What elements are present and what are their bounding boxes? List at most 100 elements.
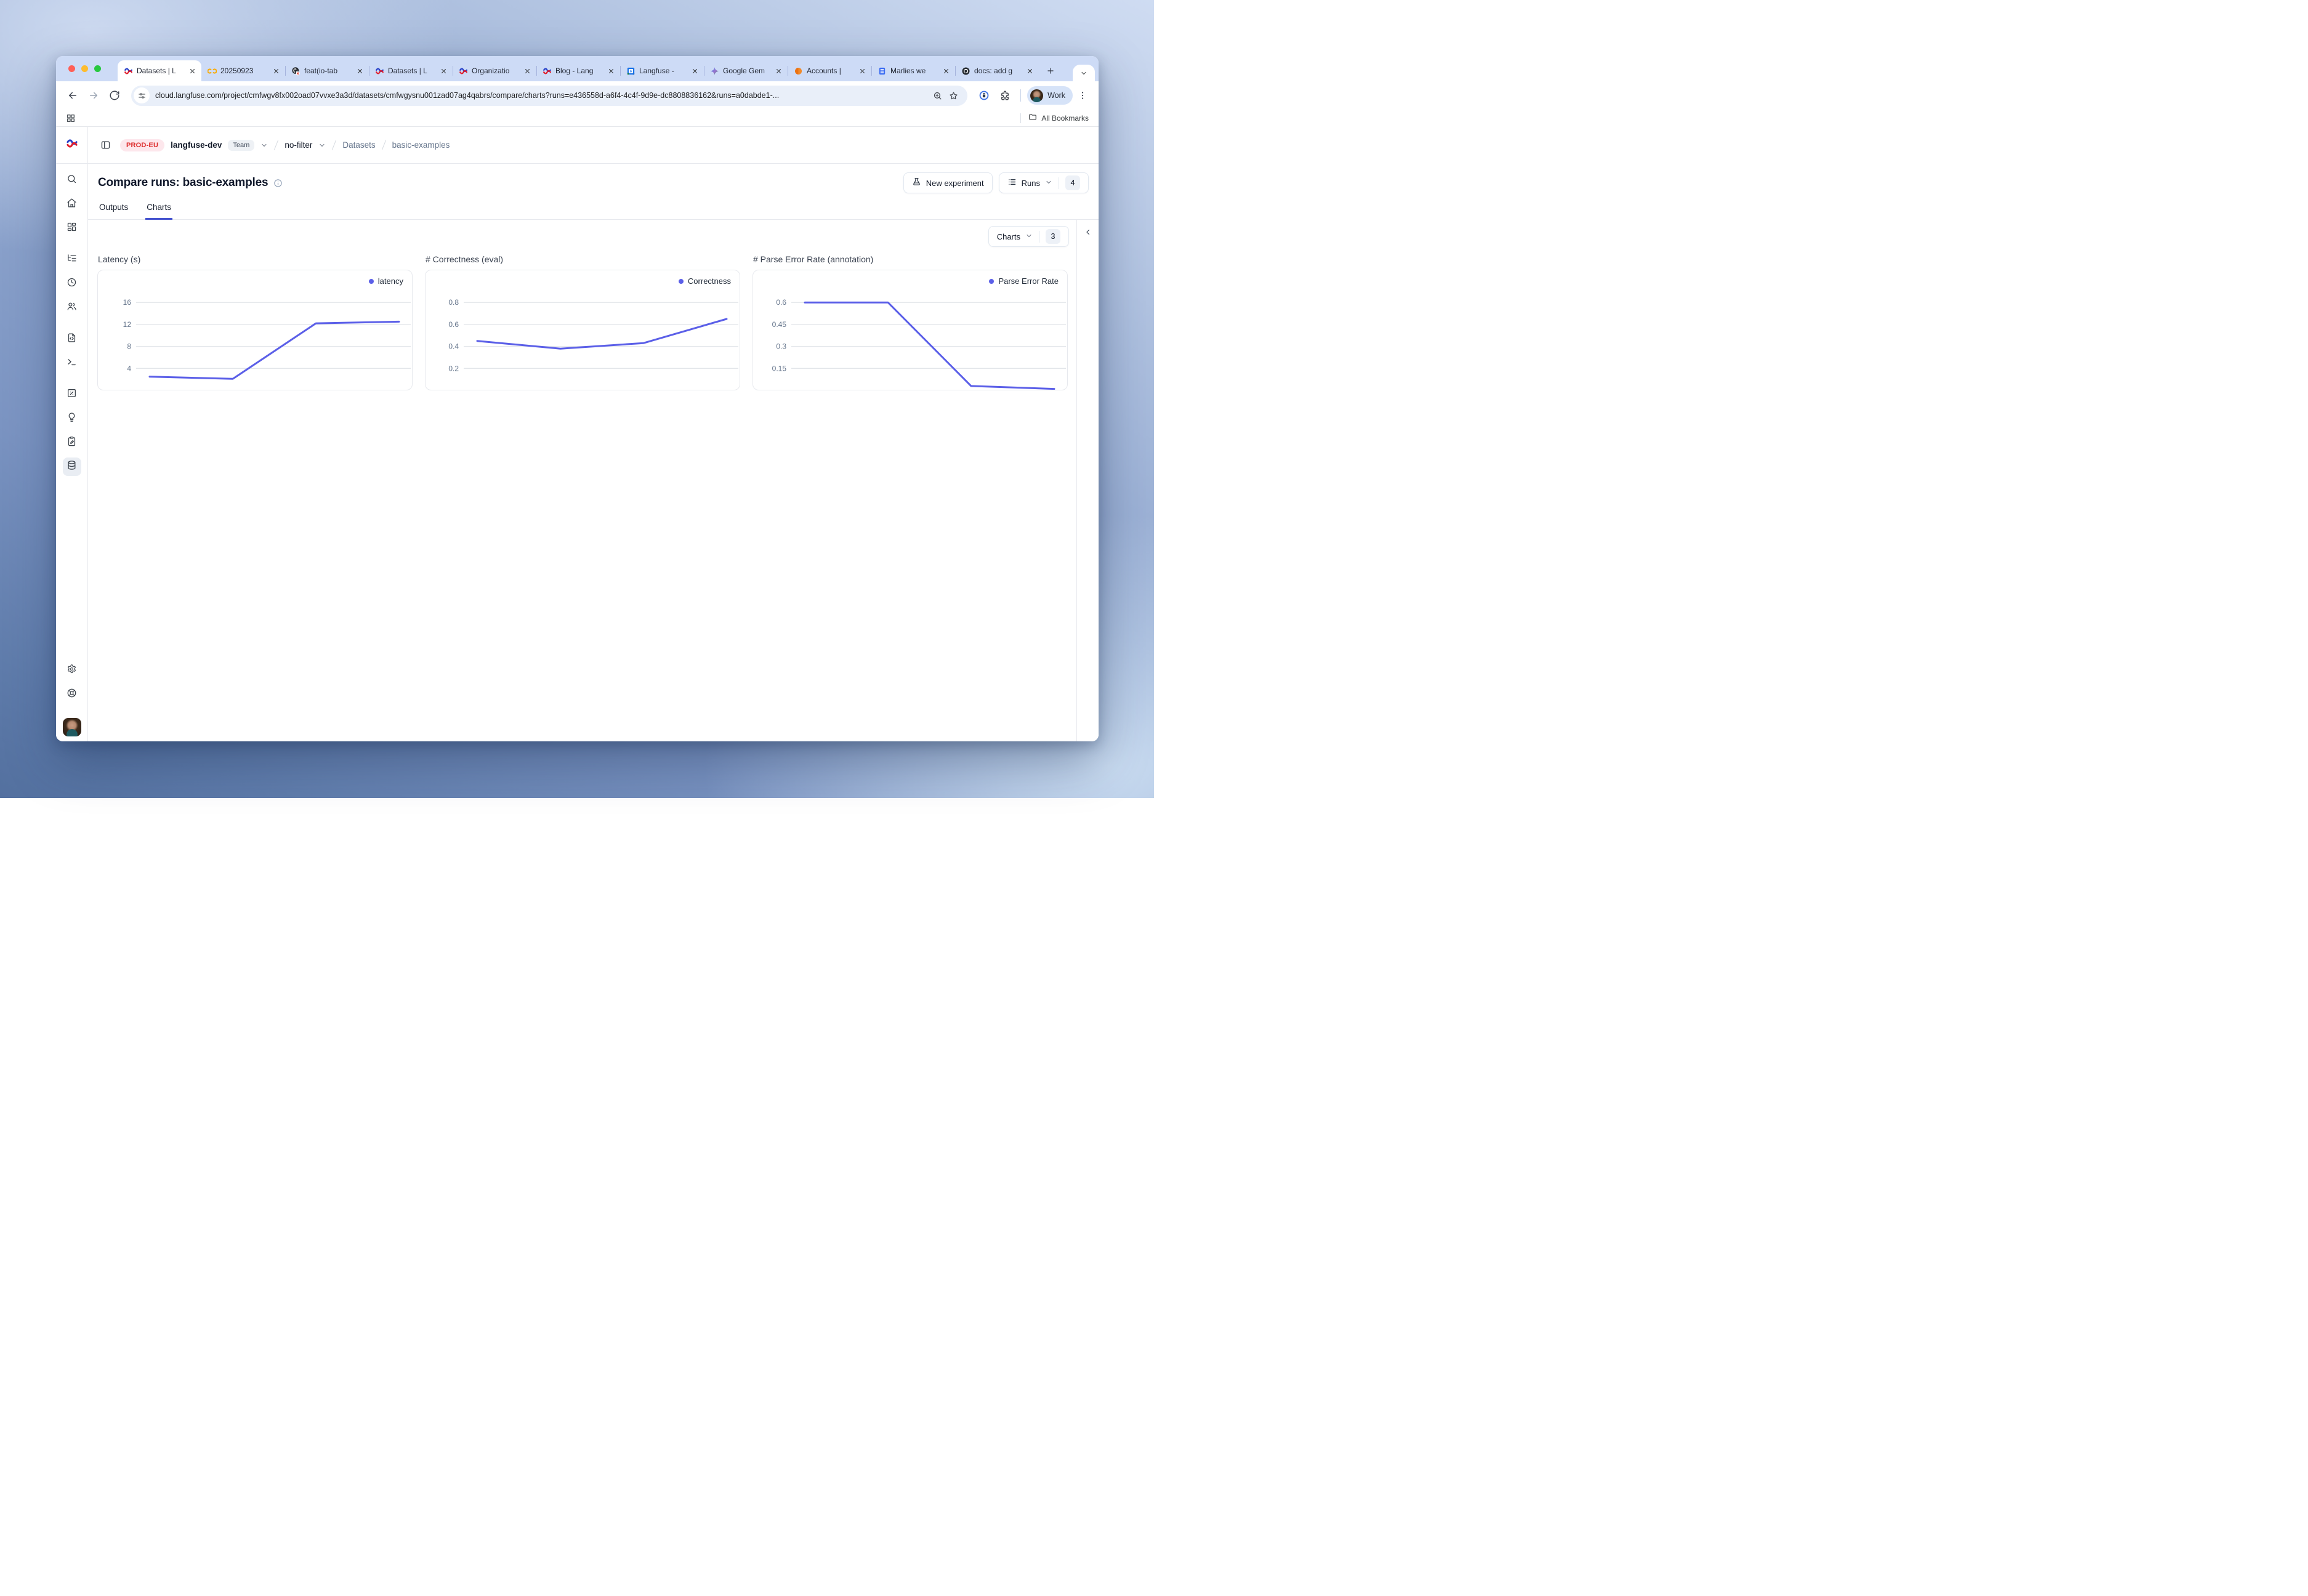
evaluators-icon [67,412,77,425]
runs-selector-button[interactable]: Runs 4 [999,172,1089,193]
zoom-page-icon[interactable] [929,87,945,103]
tab-outputs[interactable]: Outputs [98,203,129,220]
back-button[interactable] [63,86,82,105]
info-icon[interactable] [273,179,283,188]
browser-tab[interactable]: 6Langfuse - [620,60,704,81]
flask-icon [912,177,921,188]
chart-plot: 0.20.40.60.8 [426,270,740,390]
sessions-icon [67,277,77,291]
tab-close-icon[interactable] [356,67,364,75]
browser-tab[interactable]: 20250923 [201,60,285,81]
browser-tab[interactable]: Organizatio [453,60,536,81]
collapse-panel-chevron-icon[interactable] [1084,228,1092,236]
legend-label: latency [378,276,403,286]
sidebar-item-users[interactable] [63,299,81,317]
site-settings-icon[interactable] [134,87,150,103]
sidebar-item-search[interactable] [63,171,81,190]
browser-profile-button[interactable]: Work [1027,86,1073,105]
sidebar-item-datasets[interactable] [63,457,81,476]
apps-grid-icon[interactable] [66,113,76,123]
bookmark-star-icon[interactable] [945,87,961,103]
tab-close-icon[interactable] [942,67,950,75]
charts-panel: Charts 3 Latency (s)latency481216# Corre… [88,220,1076,741]
all-bookmarks-button[interactable]: All Bookmarks [1028,113,1089,123]
page-title: Compare runs: basic-examples [98,176,268,190]
maximize-window-button[interactable] [94,65,101,72]
sidebar-item-support[interactable] [63,685,81,704]
browser-tab[interactable]: Datasets | L [118,60,201,81]
breadcrumb-dataset-name[interactable]: basic-examples [392,140,450,150]
chart-card[interactable]: Parse Error Rate0.150.30.450.6 [753,270,1068,390]
tab-charts[interactable]: Charts [145,203,172,220]
new-experiment-button[interactable]: New experiment [903,172,993,193]
browser-tab[interactable]: Datasets | L [369,60,453,81]
sidebar-item-prompts[interactable] [63,330,81,349]
forward-button[interactable] [84,86,103,105]
svg-text:8: 8 [127,342,131,351]
tab-close-icon[interactable] [523,67,531,75]
password-manager-icon[interactable] [975,86,993,105]
tab-close-icon[interactable] [607,67,615,75]
tab-search-chevron-icon[interactable] [1073,65,1095,81]
org-name[interactable]: langfuse-dev [171,140,222,150]
all-bookmarks-label: All Bookmarks [1041,114,1089,123]
chart-title: # Correctness (eval) [426,254,740,264]
sidebar-item-settings[interactable] [63,661,81,680]
project-name[interactable]: no-filter [284,140,312,150]
sidebar-item-sessions[interactable] [63,275,81,293]
browser-tab[interactable]: Blog - Lang [536,60,620,81]
settings-icon [67,664,77,677]
sidebar-item-evaluators[interactable] [63,409,81,428]
sidebar-item-playground[interactable] [63,354,81,373]
extensions-icon[interactable] [996,86,1014,105]
chart-card[interactable]: Correctness0.20.40.60.8 [425,270,740,390]
dashboard-icon [67,222,77,235]
url-text[interactable]: cloud.langfuse.com/project/cmfwgv8fx002o… [155,91,929,100]
charts-selector-button[interactable]: Charts 3 [988,226,1069,247]
chart-legend: latency [369,276,403,286]
tab-close-icon[interactable] [188,67,196,75]
annotation-icon [67,436,77,449]
reload-button[interactable] [105,86,124,105]
new-tab-button[interactable] [1043,63,1059,79]
tab-title: Langfuse - [639,66,687,75]
langfuse-logo[interactable] [56,127,88,163]
sidebar-item-scores[interactable] [63,385,81,404]
browser-tab[interactable]: Marlies we [871,60,955,81]
blue-doc-icon [878,66,887,76]
playground-icon [67,357,77,370]
breadcrumb-datasets[interactable]: Datasets [342,140,375,150]
browser-tab[interactable]: docs: add g [955,60,1039,81]
gcal-6-icon: 6 [626,66,636,76]
browser-tab[interactable]: Accounts | [788,60,871,81]
tab-close-icon[interactable] [775,67,783,75]
tab-close-icon[interactable] [691,67,699,75]
minimize-window-button[interactable] [81,65,88,72]
tab-title: docs: add g [974,66,1022,75]
browser-menu-icon[interactable] [1075,88,1090,103]
svg-text:0.45: 0.45 [772,320,787,329]
legend-dot-icon [679,279,684,284]
sidebar-toggle-icon[interactable] [97,137,114,154]
tab-close-icon[interactable] [272,67,280,75]
sidebar-item-home[interactable] [63,195,81,214]
chart-card[interactable]: latency481216 [97,270,413,390]
svg-text:12: 12 [123,320,132,329]
close-window-button[interactable] [68,65,75,72]
tab-close-icon[interactable] [1026,67,1034,75]
sidebar-item-tracing[interactable] [63,251,81,269]
breadcrumb-separator [381,140,385,150]
project-chevron-icon[interactable] [318,142,326,149]
tab-close-icon[interactable] [440,67,448,75]
browser-tab[interactable]: feat(io-tab [285,60,369,81]
svg-text:0.3: 0.3 [776,342,786,351]
user-avatar[interactable] [63,718,81,736]
org-chevron-icon[interactable] [260,142,268,149]
tab-close-icon[interactable] [858,67,866,75]
sidebar-item-annotation[interactable] [63,433,81,452]
window-controls[interactable] [68,65,101,72]
address-bar[interactable]: cloud.langfuse.com/project/cmfwgv8fx002o… [131,86,967,106]
page-tabs: Outputs Charts [88,203,1099,220]
sidebar-item-dashboard[interactable] [63,219,81,238]
browser-tab[interactable]: Google Gem [704,60,788,81]
